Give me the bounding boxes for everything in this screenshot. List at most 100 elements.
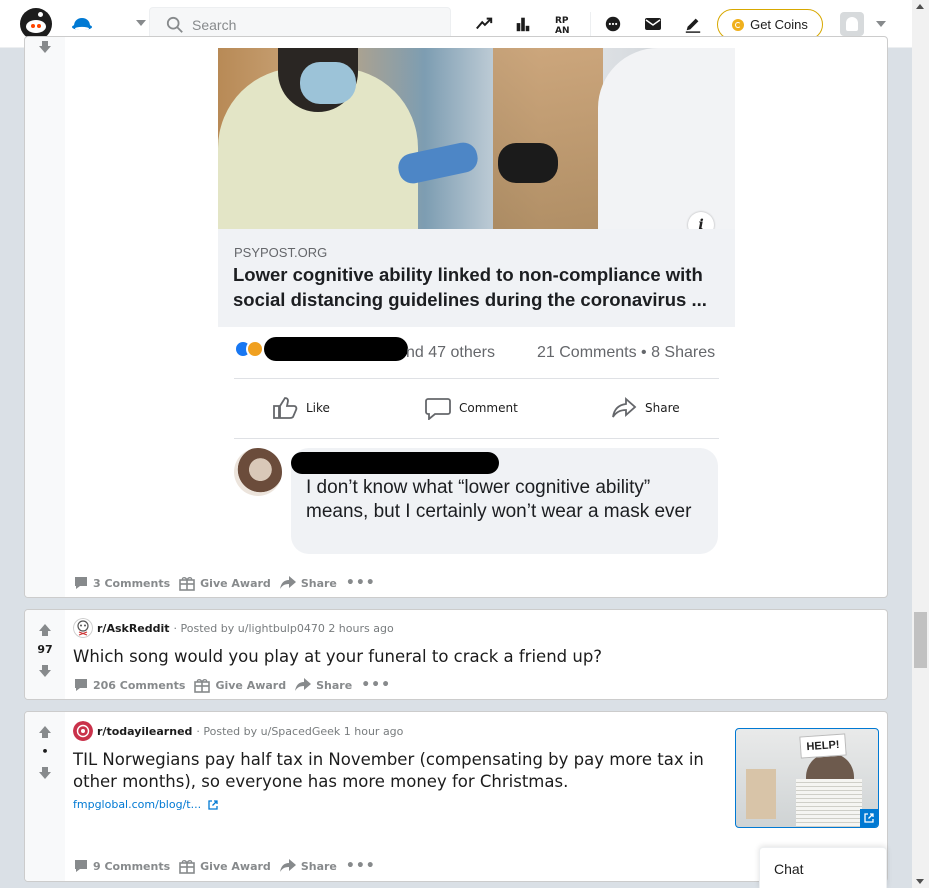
subreddit-link[interactable]: r/todayilearned	[97, 725, 192, 738]
post-actions: 206 Comments Give Award Share •••	[74, 677, 400, 693]
share-icon	[279, 576, 296, 589]
mail-icon[interactable]	[641, 12, 665, 36]
thumbs-up-icon	[273, 397, 298, 419]
coin-icon	[732, 18, 745, 31]
share-button[interactable]: Share	[279, 576, 337, 590]
comment-share-counts: 21 Comments • 8 Shares	[537, 344, 716, 361]
post-meta: r/todayilearned · Posted by u/SpacedGeek…	[73, 721, 403, 741]
give-award-button[interactable]: Give Award	[179, 858, 271, 874]
comments-button[interactable]: 206 Comments	[74, 678, 185, 692]
svg-text:AN: AN	[555, 26, 570, 34]
thumbnail-sign-text: HELP!	[799, 733, 847, 759]
upvote-icon[interactable]	[39, 726, 51, 738]
commenter-avatar	[234, 448, 282, 496]
share-icon	[279, 859, 296, 872]
vote-score: •	[41, 745, 49, 758]
post-title[interactable]: Which song would you play at your funera…	[73, 646, 602, 668]
rpan-icon[interactable]: RP AN	[552, 12, 576, 36]
pencil-icon[interactable]	[681, 12, 705, 36]
comments-button[interactable]: 9 Comments	[74, 859, 170, 873]
comments-count: 9 Comments	[93, 859, 171, 873]
external-link[interactable]: fmpglobal.com/blog/t...	[73, 798, 218, 811]
fb-comment-action: Comment	[425, 396, 518, 420]
post-actions: 3 Comments Give Award Share •••	[74, 575, 385, 591]
stats-icon[interactable]	[511, 12, 535, 36]
care-reaction-icon	[246, 340, 264, 358]
scroll-up-arrow-icon[interactable]	[916, 4, 924, 9]
comment-icon	[75, 860, 87, 872]
get-coins-label: Get Coins	[750, 17, 808, 32]
share-button[interactable]: Share	[279, 859, 337, 873]
share-icon	[295, 678, 312, 691]
link-url-text: fmpglobal.com/blog/t...	[73, 798, 202, 811]
chevron-down-icon	[136, 20, 146, 26]
scrollbar[interactable]	[912, 0, 929, 888]
search-input[interactable]	[192, 17, 432, 33]
give-award-button[interactable]: Give Award	[179, 575, 271, 591]
gift-icon	[194, 679, 211, 693]
redaction-bar	[264, 337, 408, 361]
search-icon	[166, 16, 183, 33]
downvote-icon[interactable]	[39, 41, 51, 53]
post-card[interactable]: 97 r/AskReddit · Posted by u/lightbulp04…	[24, 609, 888, 700]
post-card[interactable]: i PSYPOST.ORG Lower cognitive ability li…	[24, 36, 888, 598]
posted-by: · Posted by u/lightbulp0470 2 hours ago	[173, 621, 394, 635]
header-divider	[590, 12, 591, 36]
share-label: Share	[316, 678, 353, 692]
reaction-icons	[234, 340, 264, 358]
external-link-icon	[208, 799, 218, 810]
user-menu-chevron-icon[interactable]	[876, 21, 886, 27]
give-award-button[interactable]: Give Award	[194, 677, 286, 693]
gift-icon	[179, 577, 195, 591]
svg-text:RP: RP	[555, 16, 569, 26]
chat-label: Chat	[774, 861, 804, 877]
more-options-icon[interactable]: •••	[361, 678, 391, 692]
comments-count: 3 Comments	[93, 576, 171, 590]
home-icon	[72, 18, 92, 31]
share-button[interactable]: Share	[295, 678, 352, 692]
give-award-label: Give Award	[200, 859, 271, 873]
vote-column: 97	[25, 610, 65, 699]
link-preview: PSYPOST.ORG Lower cognitive ability link…	[218, 229, 735, 327]
vote-column: •	[25, 712, 65, 881]
post-meta: r/AskReddit · Posted by u/lightbulp0470 …	[73, 618, 394, 638]
upvote-icon[interactable]	[39, 624, 51, 636]
trending-icon[interactable]	[472, 12, 496, 36]
downvote-icon[interactable]	[39, 767, 51, 779]
user-avatar[interactable]	[840, 12, 864, 36]
more-options-icon[interactable]: •••	[346, 576, 376, 590]
redaction-bar	[291, 452, 499, 474]
divider	[234, 438, 719, 439]
link-source: PSYPOST.ORG	[234, 245, 328, 260]
scroll-down-arrow-icon[interactable]	[916, 879, 924, 884]
chat-icon[interactable]	[601, 12, 625, 36]
posted-by: · Posted by u/SpacedGeek 1 hour ago	[196, 724, 404, 738]
fb-share-label: Share	[645, 401, 680, 415]
comments-button[interactable]: 3 Comments	[74, 576, 170, 590]
post-image[interactable]: i PSYPOST.ORG Lower cognitive ability li…	[218, 48, 735, 554]
fb-like-action: Like	[272, 396, 330, 420]
downvote-icon[interactable]	[39, 665, 51, 677]
comment-text: I don’t know what “lower cognitive abili…	[306, 477, 692, 522]
comments-count: 206 Comments	[93, 678, 186, 692]
give-award-label: Give Award	[215, 678, 287, 692]
scrollbar-thumb[interactable]	[914, 612, 927, 668]
comment-icon	[75, 679, 87, 691]
post-photo	[218, 48, 735, 229]
vote-column	[25, 37, 65, 597]
link-headline: Lower cognitive ability linked to non-co…	[233, 264, 707, 310]
more-options-icon[interactable]: •••	[346, 859, 376, 873]
post-thumbnail[interactable]: HELP!	[735, 728, 879, 828]
chat-button[interactable]: Chat	[759, 847, 887, 888]
fb-like-label: Like	[306, 401, 330, 415]
fb-comment-label: Comment	[459, 401, 518, 415]
subreddit-icon[interactable]	[73, 721, 93, 741]
give-award-label: Give Award	[200, 576, 271, 590]
subreddit-icon[interactable]	[73, 618, 93, 638]
comment-icon	[75, 577, 87, 589]
comment-bubble-icon	[425, 398, 451, 420]
post-title[interactable]: TIL Norwegians pay half tax in November …	[73, 749, 713, 793]
share-arrow-icon	[612, 396, 637, 418]
external-link-icon	[860, 809, 878, 827]
subreddit-link[interactable]: r/AskReddit	[97, 622, 170, 635]
